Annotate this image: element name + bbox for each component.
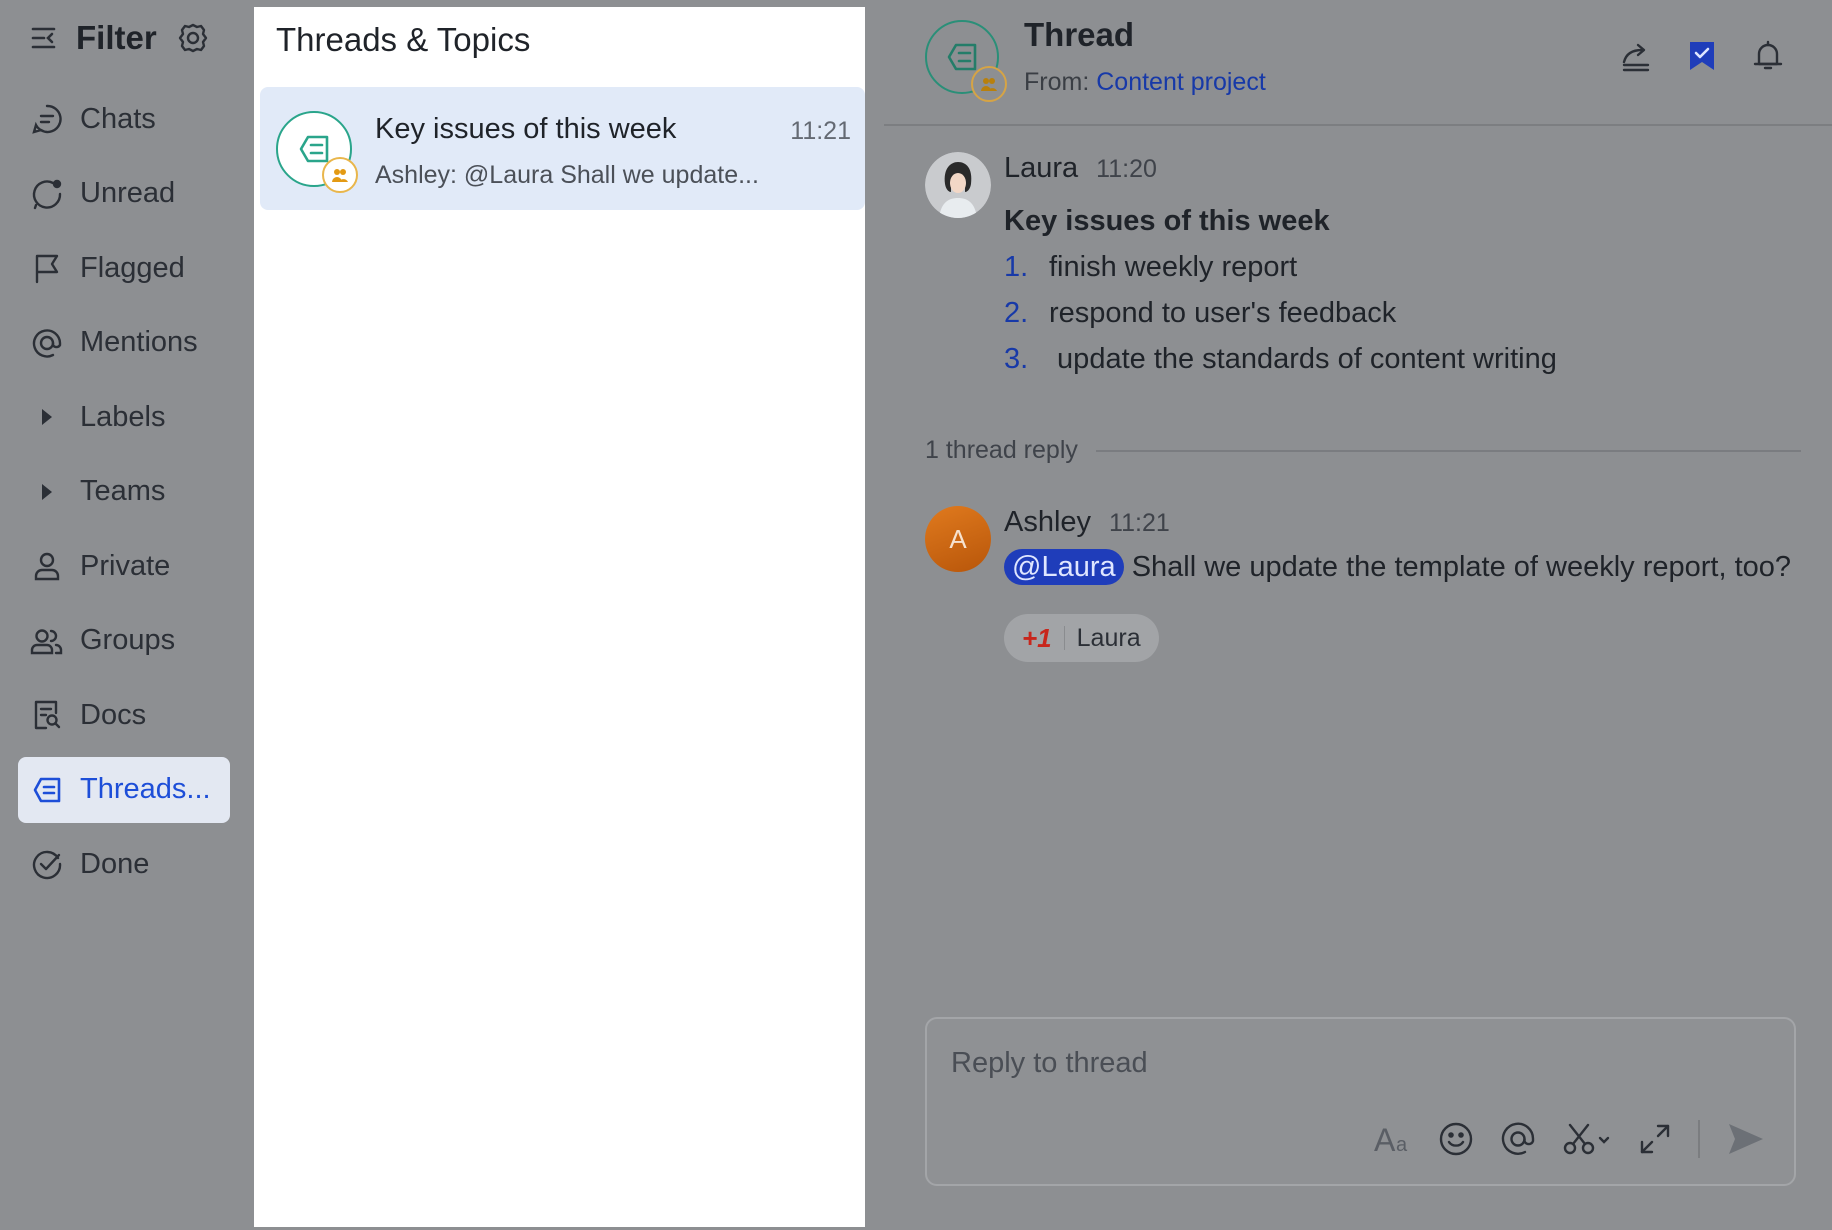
- collapse-sidebar-icon[interactable]: [30, 24, 60, 52]
- sidebar-item-private[interactable]: Private: [10, 533, 230, 599]
- caret-right-icon: [30, 475, 64, 509]
- group-badge-icon: [971, 66, 1007, 102]
- group-icon: [30, 624, 64, 658]
- group-badge-icon: [322, 157, 358, 193]
- at-mention-icon[interactable]: [1500, 1121, 1536, 1157]
- sidebar-item-label: Flagged: [80, 251, 185, 284]
- share-icon[interactable]: [1616, 36, 1656, 76]
- sidebar-item-threads[interactable]: Threads...: [18, 756, 230, 823]
- thread-title: Key issues of this week: [375, 113, 677, 145]
- sidebar-item-mentions[interactable]: Mentions: [10, 310, 230, 376]
- at-icon: [30, 326, 64, 360]
- sidebar-header: Filter: [30, 18, 209, 58]
- avatar[interactable]: A: [925, 506, 991, 572]
- thread-header-avatar: [925, 20, 1007, 102]
- chat-bubble-icon: [30, 102, 64, 136]
- message-time: 11:20: [1096, 155, 1157, 183]
- bell-icon[interactable]: [1748, 36, 1788, 76]
- list-item: 3. update the standards of content writi…: [1004, 342, 1557, 375]
- reaction-user: Laura: [1076, 623, 1141, 652]
- unread-icon: [30, 177, 64, 211]
- thread-icon: [947, 43, 977, 71]
- message-title: Key issues of this week: [1004, 205, 1330, 237]
- sidebar-item-teams[interactable]: Teams: [10, 459, 230, 525]
- reaction-chip[interactable]: +1 Laura: [1004, 614, 1159, 662]
- reply-composer: A a: [925, 1017, 1796, 1186]
- sidebar-item-labels[interactable]: Labels: [10, 384, 230, 450]
- reply-count: 1 thread reply: [925, 436, 1078, 464]
- reply-input[interactable]: [951, 1043, 1651, 1083]
- avatar[interactable]: [925, 152, 991, 218]
- expand-icon[interactable]: [1638, 1122, 1672, 1156]
- sidebar-item-label: Labels: [80, 400, 166, 433]
- thread-avatar: [276, 111, 358, 193]
- author-name[interactable]: Laura: [1004, 152, 1078, 185]
- sidebar-item-unread[interactable]: Unread: [10, 161, 230, 227]
- caret-right-icon: [30, 400, 64, 434]
- filter-nav: Chats Unread Flagged Mentions Labels Tea…: [10, 86, 230, 906]
- from-label: From:: [1024, 68, 1090, 96]
- doc-icon: [30, 698, 64, 732]
- sidebar-item-chats[interactable]: Chats: [10, 86, 230, 152]
- thread-list-item[interactable]: Key issues of this week 11:21 Ashley: @L…: [260, 87, 865, 210]
- send-icon[interactable]: [1726, 1121, 1766, 1157]
- message-content: Shall we update the template of weekly r…: [1131, 551, 1792, 583]
- sidebar-item-flagged[interactable]: Flagged: [10, 235, 230, 301]
- thread-detail-panel: Thread From: Content project Laura 11:20…: [884, 0, 1832, 1230]
- panel-title: Threads & Topics: [276, 21, 531, 58]
- person-icon: [30, 549, 64, 583]
- sidebar-item-label: Docs: [80, 698, 147, 731]
- sidebar-item-docs[interactable]: Docs: [10, 682, 230, 748]
- list-item: 1. finish weekly report: [1004, 250, 1298, 283]
- done-icon: [30, 847, 64, 881]
- thread-header: Thread From: Content project: [884, 0, 1832, 126]
- mention-chip[interactable]: @Laura: [1004, 549, 1124, 585]
- message-list: 1. finish weekly report 2. respond to user…: [1004, 244, 1557, 382]
- message-body: Ashley 11:21 @Laura Shall we update the …: [1004, 506, 1794, 662]
- sidebar-item-label: Mentions: [80, 326, 198, 358]
- thread-source: From: Content project: [1024, 68, 1266, 97]
- message-text: @Laura Shall we update the template of w…: [1004, 547, 1794, 588]
- sidebar-item-groups[interactable]: Groups: [10, 608, 230, 674]
- sidebar-item-label: Private: [80, 549, 171, 582]
- thread-icon: [30, 773, 64, 807]
- sidebar-item-done[interactable]: Done: [10, 831, 230, 897]
- scissors-dropdown-icon[interactable]: [1562, 1121, 1612, 1157]
- composer-toolbar: A a: [1348, 1120, 1766, 1158]
- flag-icon: [30, 251, 64, 285]
- bookmark-check-icon[interactable]: [1682, 36, 1722, 76]
- svg-text:A: A: [1374, 1123, 1396, 1155]
- sidebar-item-label: Teams: [80, 475, 166, 507]
- toolbar-divider: [1698, 1120, 1700, 1158]
- emoji-icon[interactable]: [1438, 1121, 1474, 1157]
- sidebar-item-label: Groups: [80, 624, 176, 656]
- reply-divider: 1 thread reply: [925, 436, 1801, 465]
- divider-line: [1095, 449, 1801, 452]
- thread-header-actions: [1590, 36, 1788, 76]
- threads-list-panel: Threads & Topics Key issues of this week…: [254, 7, 865, 1227]
- sidebar-item-label: Chats: [80, 102, 156, 135]
- thread-time: 11:21: [790, 117, 851, 145]
- reaction-separator: [1063, 626, 1065, 650]
- sidebar-item-label: Done: [80, 847, 150, 880]
- plus-one-emoji-icon: +1: [1022, 622, 1052, 653]
- message-body: Laura 11:20 Key issues of this week 1. fi…: [1004, 152, 1557, 382]
- sidebar-title: Filter: [76, 19, 157, 56]
- text-format-icon[interactable]: A a: [1374, 1123, 1412, 1155]
- svg-text:a: a: [1396, 1134, 1408, 1155]
- message-time: 11:21: [1109, 509, 1170, 537]
- thread-preview: Ashley: @Laura Shall we update...: [375, 161, 759, 189]
- sidebar-item-label: Threads...: [80, 773, 211, 805]
- filter-sidebar: Filter Chats Unread Flagged Mentions Lab…: [0, 0, 254, 1230]
- sidebar-item-label: Unread: [80, 177, 176, 209]
- author-name[interactable]: Ashley: [1004, 506, 1091, 539]
- gear-icon[interactable]: [177, 22, 209, 54]
- thread-icon: [299, 135, 329, 163]
- source-group-link[interactable]: Content project: [1096, 68, 1266, 96]
- list-item: 2. respond to user's feedback: [1004, 296, 1397, 329]
- thread-title: Thread: [1024, 16, 1135, 53]
